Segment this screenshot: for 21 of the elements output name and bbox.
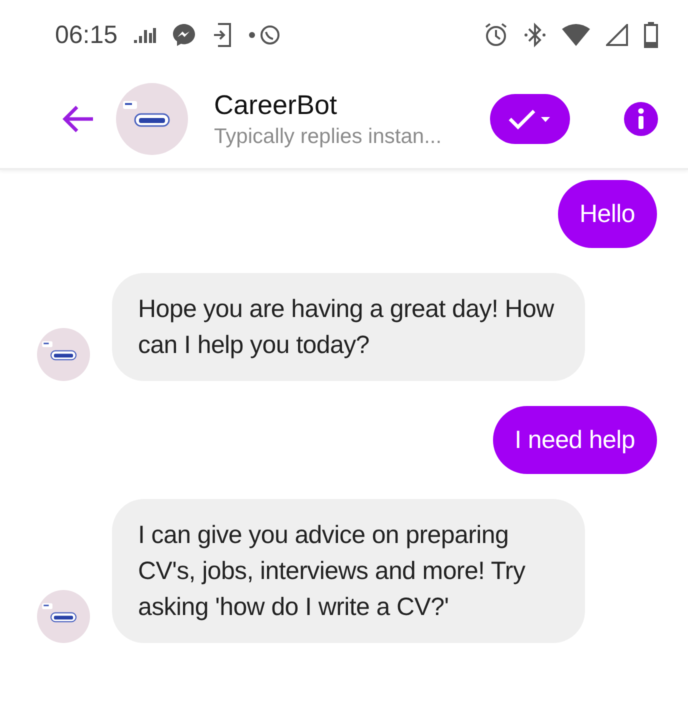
bot-avatar-icon [37,328,90,381]
bot-avatar-icon [116,83,188,155]
sent-message: I need help [492,406,657,474]
info-icon[interactable] [624,102,658,136]
signal-icon [606,24,628,46]
bot-avatar-icon [37,590,90,643]
check-icon [508,108,552,130]
received-message: I can give you advice on preparing CV's, jobs, interviews and more! Try asking 'how do I write a CV?' [112,499,585,643]
sent-message: Hello [558,180,657,248]
received-message: Hope you are having a great day! How can I help you today? [112,273,585,381]
wifi-icon [562,24,590,46]
equalizer-icon [134,27,156,43]
clock-time: 06:15 [55,20,118,50]
chat-title: CareerBot [214,90,338,120]
sign-in-icon [212,22,232,48]
battery-icon [644,22,658,48]
chat-subtitle: Typically replies instan... [214,124,443,148]
bluetooth-icon [524,22,546,48]
done-button[interactable] [490,94,570,144]
back-arrow-icon[interactable] [62,105,94,133]
alarm-icon [484,22,508,48]
